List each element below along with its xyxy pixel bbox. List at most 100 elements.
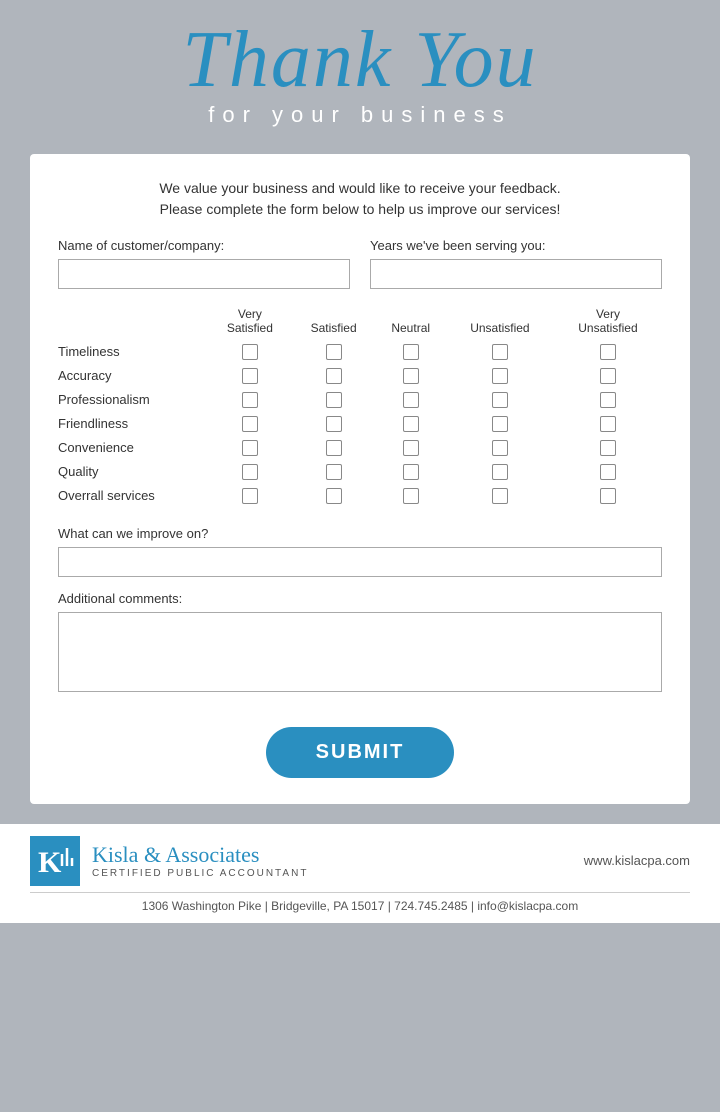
rating-checkbox[interactable] xyxy=(492,464,508,480)
svg-text:K: K xyxy=(38,846,62,879)
customer-input[interactable] xyxy=(58,259,350,289)
intro-line1: We value your business and would like to… xyxy=(159,180,560,196)
rating-cell xyxy=(292,436,376,460)
rating-checkbox[interactable] xyxy=(492,368,508,384)
rating-cell xyxy=(446,340,554,364)
intro-text: We value your business and would like to… xyxy=(58,178,662,220)
rating-checkbox[interactable] xyxy=(600,440,616,456)
rating-row-label: Quality xyxy=(58,460,208,484)
years-field-group: Years we've been serving you: xyxy=(370,238,662,289)
rating-checkbox[interactable] xyxy=(242,464,258,480)
rating-cell xyxy=(376,460,446,484)
rating-row: Friendliness xyxy=(58,412,662,436)
rating-checkbox[interactable] xyxy=(326,368,342,384)
rating-cell xyxy=(554,388,662,412)
rating-checkbox[interactable] xyxy=(600,368,616,384)
rating-checkbox[interactable] xyxy=(326,440,342,456)
rating-checkbox[interactable] xyxy=(242,344,258,360)
rating-cell xyxy=(554,412,662,436)
rating-checkbox[interactable] xyxy=(326,392,342,408)
rating-checkbox[interactable] xyxy=(326,488,342,504)
rating-checkbox[interactable] xyxy=(492,440,508,456)
rating-checkbox[interactable] xyxy=(492,488,508,504)
rating-checkbox[interactable] xyxy=(326,464,342,480)
rating-checkbox[interactable] xyxy=(492,392,508,408)
rating-section: VerySatisfied Satisfied Neutral Unsatisf… xyxy=(58,307,662,508)
improve-label: What can we improve on? xyxy=(58,526,662,541)
rating-checkbox[interactable] xyxy=(242,416,258,432)
rating-cell xyxy=(292,388,376,412)
rating-cell xyxy=(446,484,554,508)
rating-checkbox[interactable] xyxy=(403,488,419,504)
footer-section: K Kisla & Associates CERTIFIED PUBLIC AC… xyxy=(0,824,720,923)
comments-textarea[interactable] xyxy=(58,612,662,692)
col-header-neutral: Neutral xyxy=(376,307,446,340)
rating-cell xyxy=(292,340,376,364)
customer-field-group: Name of customer/company: xyxy=(58,238,350,289)
col-header-very-satisfied: VerySatisfied xyxy=(208,307,292,340)
rating-checkbox[interactable] xyxy=(242,440,258,456)
rating-cell xyxy=(446,388,554,412)
company-logo-icon: K xyxy=(30,836,80,886)
rating-row: Accuracy xyxy=(58,364,662,388)
rating-checkbox[interactable] xyxy=(600,392,616,408)
years-label: Years we've been serving you: xyxy=(370,238,662,253)
footer-top: K Kisla & Associates CERTIFIED PUBLIC AC… xyxy=(30,836,690,886)
rating-checkbox[interactable] xyxy=(403,368,419,384)
rating-checkbox[interactable] xyxy=(600,416,616,432)
rating-row-label: Friendliness xyxy=(58,412,208,436)
submit-button[interactable]: SUBMIT xyxy=(266,727,455,778)
company-name-block: Kisla & Associates CERTIFIED PUBLIC ACCO… xyxy=(92,842,308,879)
comments-section: Additional comments: xyxy=(58,591,662,697)
rating-cell xyxy=(376,340,446,364)
rating-cell xyxy=(446,436,554,460)
rating-row-label: Overrall services xyxy=(58,484,208,508)
company-sub: CERTIFIED PUBLIC ACCOUNTANT xyxy=(92,868,308,879)
header-section: Thank You for your business xyxy=(0,0,720,138)
rating-cell xyxy=(292,484,376,508)
rating-checkbox[interactable] xyxy=(492,416,508,432)
rating-cell xyxy=(292,364,376,388)
rating-row-label: Convenience xyxy=(58,436,208,460)
rating-checkbox[interactable] xyxy=(326,416,342,432)
comments-label: Additional comments: xyxy=(58,591,662,606)
rating-cell xyxy=(208,364,292,388)
rating-checkbox[interactable] xyxy=(600,488,616,504)
rating-checkbox[interactable] xyxy=(242,368,258,384)
subtitle-text: for your business xyxy=(0,102,720,128)
submit-area: SUBMIT xyxy=(58,717,662,784)
rating-cell xyxy=(554,436,662,460)
rating-checkbox[interactable] xyxy=(242,488,258,504)
years-input[interactable] xyxy=(370,259,662,289)
rating-checkbox[interactable] xyxy=(403,464,419,480)
col-header-very-unsatisfied: VeryUnsatisfied xyxy=(554,307,662,340)
rating-checkbox[interactable] xyxy=(600,464,616,480)
rating-cell xyxy=(554,484,662,508)
logo-area: K Kisla & Associates CERTIFIED PUBLIC AC… xyxy=(30,836,308,886)
rating-cell xyxy=(292,412,376,436)
rating-checkbox[interactable] xyxy=(403,344,419,360)
rating-cell xyxy=(292,460,376,484)
rating-checkbox[interactable] xyxy=(403,440,419,456)
rating-row: Convenience xyxy=(58,436,662,460)
rating-checkbox[interactable] xyxy=(403,416,419,432)
rating-row-label: Accuracy xyxy=(58,364,208,388)
website-link: www.kislacpa.com xyxy=(584,853,690,868)
rating-row: Timeliness xyxy=(58,340,662,364)
rating-cell xyxy=(376,484,446,508)
rating-cell xyxy=(208,340,292,364)
rating-checkbox[interactable] xyxy=(326,344,342,360)
rating-checkbox[interactable] xyxy=(242,392,258,408)
intro-line2: Please complete the form below to help u… xyxy=(160,201,561,217)
rating-cell xyxy=(446,460,554,484)
rating-checkbox[interactable] xyxy=(403,392,419,408)
rating-row: Professionalism xyxy=(58,388,662,412)
rating-cell xyxy=(554,460,662,484)
fields-row: Name of customer/company: Years we've be… xyxy=(58,238,662,289)
form-card: We value your business and would like to… xyxy=(30,154,690,804)
improve-input[interactable] xyxy=(58,547,662,577)
rating-cell xyxy=(446,412,554,436)
rating-checkbox[interactable] xyxy=(600,344,616,360)
col-header-blank xyxy=(58,307,208,340)
rating-checkbox[interactable] xyxy=(492,344,508,360)
